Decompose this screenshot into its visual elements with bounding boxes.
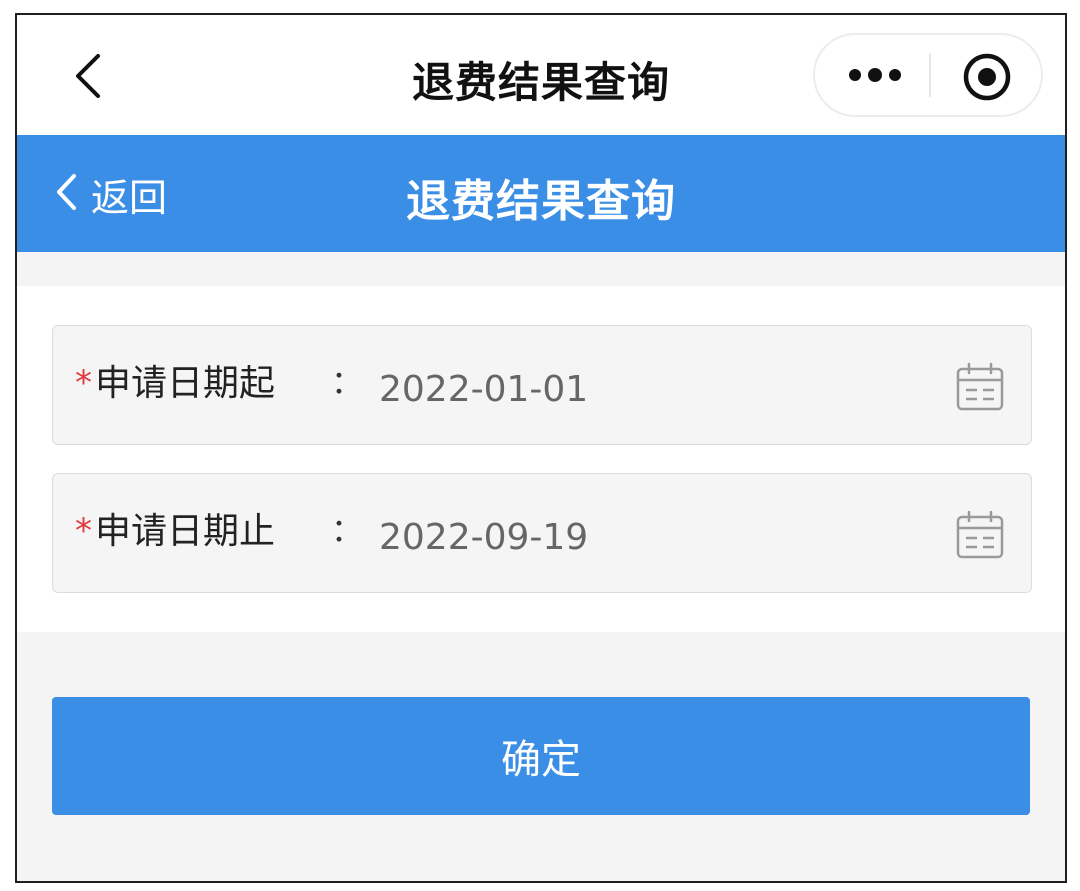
field-colon: ：	[331, 363, 364, 401]
page-title: 退费结果查询	[406, 176, 676, 227]
end-date-input[interactable]	[379, 517, 899, 558]
mini-program-capsule	[813, 33, 1043, 117]
page-header: 返回 退费结果查询	[17, 135, 1065, 252]
end-date-field[interactable]: * 申请日期止 ：	[52, 473, 1032, 593]
calendar-icon[interactable]	[955, 510, 1005, 560]
start-date-label: 申请日期起	[95, 363, 276, 404]
confirm-button[interactable]: 确定	[52, 697, 1030, 815]
calendar-icon[interactable]	[955, 362, 1005, 412]
required-mark: *	[75, 363, 92, 403]
required-mark: *	[75, 511, 92, 551]
field-colon: ：	[331, 511, 364, 549]
end-date-label: 申请日期止	[95, 511, 276, 552]
query-form: * 申请日期起 ： * 申请日期止 ：	[17, 286, 1065, 632]
target-circle-icon[interactable]	[961, 51, 1013, 103]
capsule-divider	[929, 53, 931, 97]
start-date-input[interactable]	[379, 369, 899, 410]
wechat-title-bar: 退费结果查询	[17, 15, 1065, 135]
more-dots-icon[interactable]	[845, 55, 905, 95]
app-frame: 退费结果查询 返回 退费结果查询 * 申请日期起 ： 2022-01-01 * …	[15, 13, 1067, 883]
start-date-field[interactable]: * 申请日期起 ：	[52, 325, 1032, 445]
